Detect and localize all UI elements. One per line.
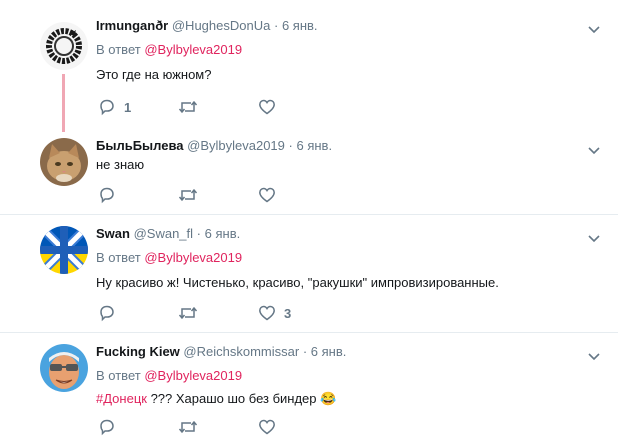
reply-count: 1 <box>124 99 132 115</box>
tweet[interactable]: Fucking Kiew @Reichskommissar · 6 янв. В… <box>0 332 618 436</box>
retweet-icon <box>178 186 198 204</box>
username[interactable]: @Reichskommissar <box>183 344 299 359</box>
retweet-button[interactable] <box>178 418 198 436</box>
timestamp[interactable]: 6 янв. <box>282 18 318 33</box>
timestamp[interactable]: 6 янв. <box>205 226 241 241</box>
like-button[interactable] <box>258 98 276 116</box>
retweet-button[interactable] <box>178 98 198 116</box>
separator: · <box>302 344 308 359</box>
reply-prefix: В ответ <box>96 250 141 265</box>
username[interactable]: @Swan_fl <box>134 226 193 241</box>
username[interactable]: @Bylbyleva2019 <box>187 138 285 153</box>
retweet-button[interactable] <box>178 304 198 322</box>
tweet-header: БыльБылева @Bylbyleva2019 · 6 янв. <box>96 138 332 154</box>
retweet-icon <box>178 304 198 322</box>
laughing-emoji: 😂 <box>320 391 337 406</box>
like-button[interactable]: 3 <box>258 304 291 322</box>
tweet[interactable]: Swan @Swan_fl · 6 янв. В ответ @Bylbylev… <box>0 214 618 333</box>
reply-button[interactable] <box>98 186 116 204</box>
timestamp[interactable]: 6 янв. <box>297 138 333 153</box>
chevron-down-icon[interactable] <box>588 348 600 361</box>
username[interactable]: @HughesDonUa <box>172 18 270 33</box>
reply-mention-link[interactable]: @Bylbyleva2019 <box>144 368 242 383</box>
tweet-header: Fucking Kiew @Reichskommissar · 6 янв. <box>96 344 346 360</box>
retweet-button[interactable] <box>178 186 198 204</box>
tweet-header: Irmunganðr @HughesDonUa · 6 янв. <box>96 18 318 34</box>
reply-icon <box>98 304 116 322</box>
like-icon <box>258 186 276 204</box>
avatar[interactable] <box>40 138 88 186</box>
reply-button[interactable] <box>98 304 116 322</box>
tweet-text: Это где на южном? <box>96 67 212 82</box>
separator: · <box>288 138 293 153</box>
chevron-down-icon[interactable] <box>588 230 600 243</box>
reply-icon <box>98 418 116 436</box>
tweet[interactable]: БыльБылева @Bylbyleva2019 · 6 янв. не зн… <box>0 126 618 215</box>
chevron-down-icon[interactable] <box>588 142 600 155</box>
reply-button[interactable]: 1 <box>98 98 131 116</box>
reply-context: В ответ @Bylbyleva2019 <box>96 250 242 266</box>
retweet-icon <box>178 98 198 116</box>
reply-prefix: В ответ <box>96 42 141 57</box>
tweet-text: Ну красиво ж! Чистенько, красиво, "ракуш… <box>96 275 499 290</box>
display-name[interactable]: БыльБылева <box>96 138 184 153</box>
like-icon <box>258 418 276 436</box>
chevron-down-icon[interactable] <box>588 21 600 34</box>
like-button[interactable] <box>258 186 276 204</box>
like-button[interactable] <box>258 418 276 436</box>
separator: · <box>196 226 202 241</box>
display-name[interactable]: Irmunganðr <box>96 18 168 33</box>
reply-prefix: В ответ <box>96 368 141 383</box>
avatar[interactable] <box>40 344 88 392</box>
avatar[interactable] <box>40 22 88 70</box>
reply-mention-link[interactable]: @Bylbyleva2019 <box>144 42 242 57</box>
avatar[interactable] <box>40 226 88 274</box>
tweet-text: не знаю <box>96 157 145 172</box>
reply-icon <box>98 98 116 116</box>
separator: · <box>273 18 279 33</box>
display-name[interactable]: Fucking Kiew <box>96 344 180 359</box>
like-icon <box>258 304 276 322</box>
tweet[interactable]: Irmunganðr @HughesDonUa · 6 янв. В ответ… <box>0 0 618 134</box>
retweet-icon <box>178 418 198 436</box>
like-count: 3 <box>284 305 292 321</box>
reply-context: В ответ @Bylbyleva2019 <box>96 42 242 58</box>
hashtag-link[interactable]: #Донецк <box>96 391 147 406</box>
reply-mention-link[interactable]: @Bylbyleva2019 <box>144 250 242 265</box>
thread-line <box>62 74 65 132</box>
timestamp[interactable]: 6 янв. <box>311 344 347 359</box>
tweet-text-body: ??? Харашо шо без биндер <box>146 391 317 406</box>
reply-icon <box>98 186 116 204</box>
reply-context: В ответ @Bylbyleva2019 <box>96 368 242 384</box>
like-icon <box>258 98 276 116</box>
reply-button[interactable] <box>98 418 116 436</box>
display-name[interactable]: Swan <box>96 226 130 241</box>
tweet-header: Swan @Swan_fl · 6 янв. <box>96 226 240 242</box>
tweet-text: #Донецк ??? Харашо шо без биндер 😂 <box>96 390 336 407</box>
